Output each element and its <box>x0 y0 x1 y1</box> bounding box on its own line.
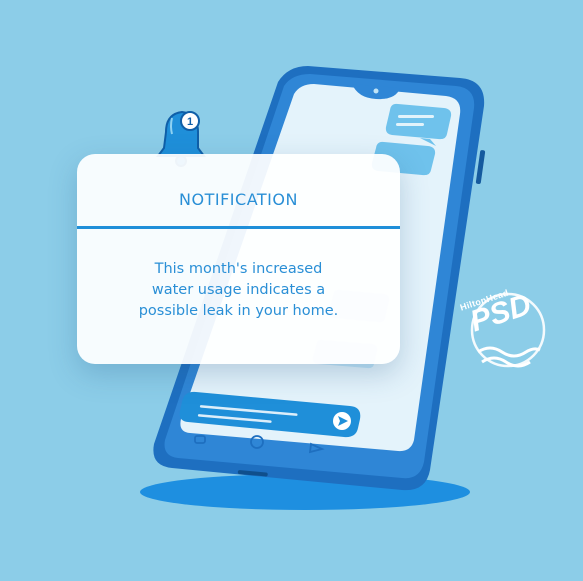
camera-dot <box>373 88 379 94</box>
message-line: This month's increased <box>154 261 323 277</box>
notification-badge-count: 1 <box>187 116 193 128</box>
notification-card[interactable]: NOTIFICATION This month's increased wate… <box>77 154 400 364</box>
title-divider <box>77 226 400 229</box>
notification-message: This month's increased water usage indic… <box>77 259 400 322</box>
message-line: water usage indicates a <box>151 282 326 298</box>
message-line: possible leak in your home. <box>138 303 339 319</box>
side-button <box>475 150 486 184</box>
send-arrow-icon[interactable] <box>333 412 351 430</box>
notification-title: NOTIFICATION <box>179 190 298 209</box>
